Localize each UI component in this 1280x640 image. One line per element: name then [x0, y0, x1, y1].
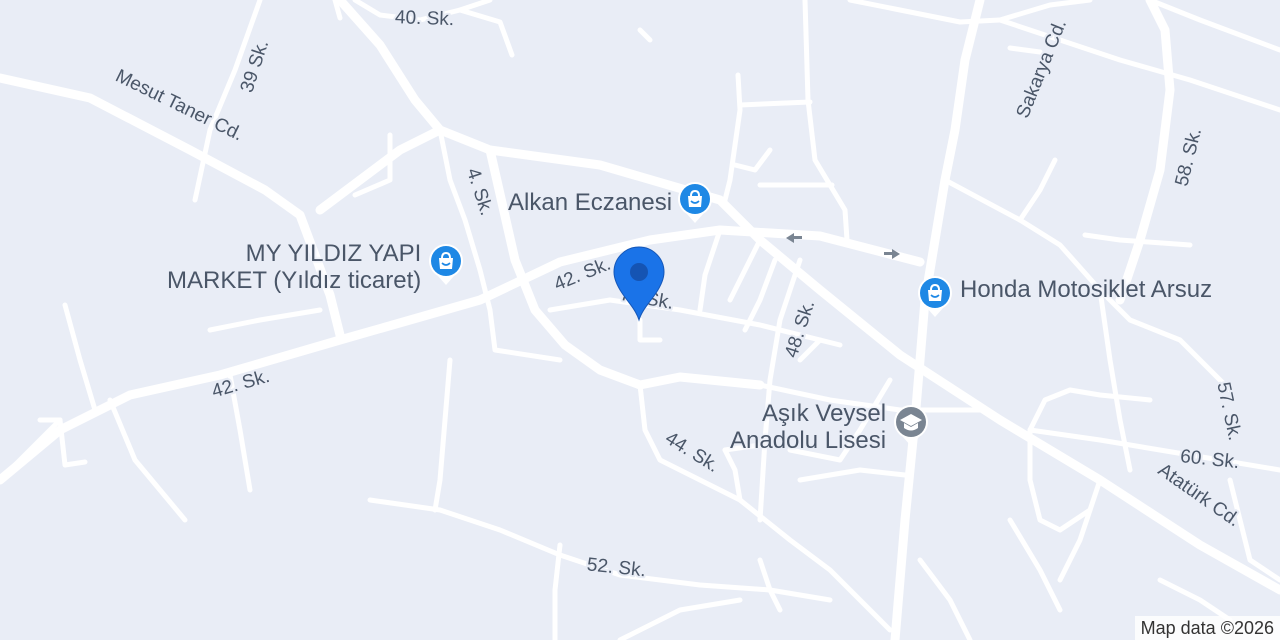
shopping-bag-icon[interactable]: [427, 242, 465, 286]
map-canvas[interactable]: 40. Sk. 39 Sk. Mesut Taner Cd. 4. Sk. 42…: [0, 0, 1280, 640]
school-icon[interactable]: [892, 403, 930, 447]
poi-label: Aşık Veysel Anadolu Lisesi: [730, 400, 886, 454]
map-attribution[interactable]: Map data ©2026: [1134, 616, 1280, 640]
poi-label: Honda Motosiklet Arsuz: [960, 275, 1213, 303]
street-label-40-sk: 40. Sk.: [395, 7, 455, 30]
poi-my-yildiz-yapi-market[interactable]: MY YILDIZ YAPI MARKET (Yıldız ticaret): [167, 240, 465, 294]
poi-honda-motosiklet-arsuz[interactable]: Honda Motosiklet Arsuz: [916, 274, 1212, 318]
street-label-60-sk: 60. Sk.: [1179, 446, 1240, 473]
poi-label: Alkan Eczanesi: [508, 188, 673, 216]
poi-label-line2: MARKET (Yıldız ticaret): [167, 267, 422, 294]
street-label-44-sk: 44. Sk.: [661, 428, 722, 477]
shopping-bag-icon[interactable]: [676, 180, 714, 224]
poi-label-line1: MY YILDIZ YAPI: [245, 240, 422, 267]
street-label-58-sk: 58. Sk.: [1171, 126, 1206, 188]
poi-alkan-eczanesi[interactable]: Alkan Eczanesi: [508, 180, 714, 224]
street-label-52-sk: 52. Sk.: [586, 554, 647, 581]
poi-asik-veysel-anadolu-lisesi[interactable]: Aşık Veysel Anadolu Lisesi: [730, 400, 930, 454]
shopping-bag-icon[interactable]: [916, 274, 954, 318]
poi-label: MY YILDIZ YAPI MARKET (Yıldız ticaret): [167, 240, 421, 294]
poi-label-line1: Aşık Veysel: [762, 400, 887, 427]
location-pin-icon[interactable]: [612, 246, 666, 322]
street-label-57-sk: 57. Sk.: [1212, 380, 1245, 442]
poi-label-line2: Anadolu Lisesi: [730, 427, 887, 454]
street-label-mesut-taner-cd: Mesut Taner Cd.: [112, 66, 246, 146]
